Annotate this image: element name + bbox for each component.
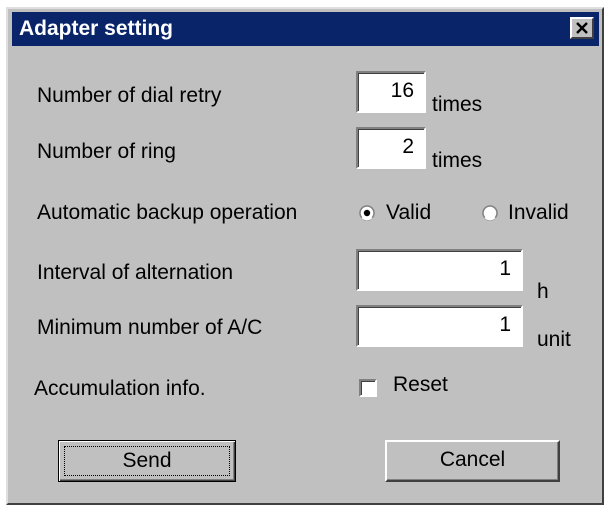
min-ac-unit: unit — [537, 328, 571, 351]
send-button[interactable]: Send — [58, 440, 236, 482]
dial-retry-unit: times — [432, 93, 483, 116]
radio-invalid-label: Invalid — [508, 201, 569, 224]
dial-retry-label: Number of dial retry — [37, 84, 222, 107]
radio-valid-label: Valid — [386, 201, 432, 224]
ring-value: 2 — [402, 135, 414, 158]
cancel-button[interactable]: Cancel — [385, 440, 560, 482]
alternation-input[interactable]: 1 — [356, 249, 523, 291]
reset-checkbox[interactable] — [359, 379, 377, 397]
ring-label: Number of ring — [37, 140, 176, 163]
reset-checkbox-label: Reset — [393, 373, 448, 396]
min-ac-value: 1 — [499, 313, 511, 336]
dial-retry-input[interactable]: 16 — [356, 71, 426, 113]
radio-valid[interactable] — [359, 205, 375, 221]
backup-label: Automatic backup operation — [37, 201, 298, 224]
min-ac-input[interactable]: 1 — [356, 305, 523, 347]
alternation-value: 1 — [499, 257, 511, 280]
titlebar: Adapter setting — [12, 12, 599, 46]
alternation-label: Interval of alternation — [37, 261, 234, 284]
radio-valid-dot — [363, 209, 371, 217]
ring-unit: times — [432, 149, 483, 172]
send-button-label: Send — [122, 449, 172, 472]
radio-invalid[interactable] — [482, 205, 498, 221]
ring-input[interactable]: 2 — [356, 127, 426, 169]
alternation-unit: h — [537, 280, 549, 303]
dialog-title: Adapter setting — [19, 17, 174, 40]
min-ac-label: Minimum number of A/C — [37, 316, 263, 339]
dial-retry-value: 16 — [390, 79, 414, 102]
cancel-button-label: Cancel — [439, 448, 506, 471]
close-button[interactable] — [570, 17, 594, 39]
close-icon — [576, 22, 588, 34]
accumulation-label: Accumulation info. — [34, 377, 206, 400]
